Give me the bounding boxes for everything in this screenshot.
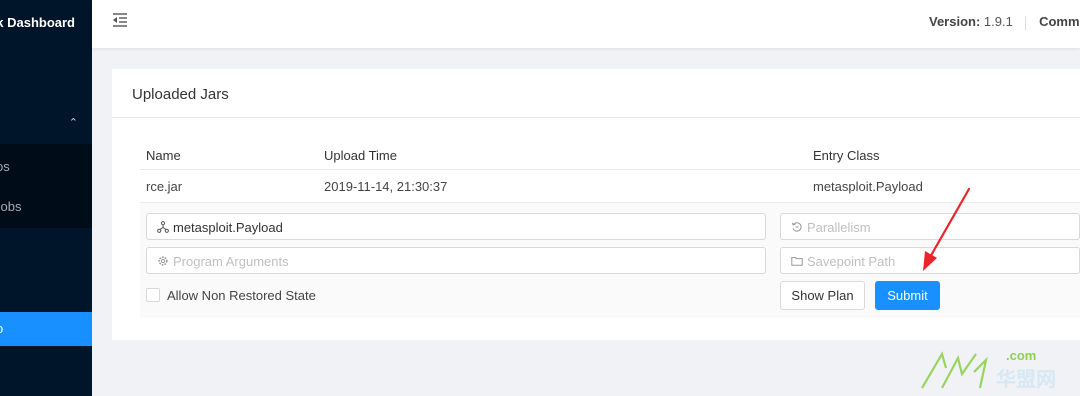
column-header-name: Name (146, 148, 181, 163)
checkbox-box[interactable] (146, 288, 160, 302)
entry-class-value: metasploit.Payload (173, 220, 283, 235)
watermark-brand-text: 华盟网 (996, 367, 1056, 391)
entry-class-input[interactable]: metasploit.Payload (146, 213, 766, 240)
settings-icon (158, 256, 168, 266)
sidebar-item-label: os (0, 159, 10, 174)
version-label: Version: (929, 14, 981, 29)
commit-label: Commit: (1039, 14, 1080, 29)
header-separator (1025, 15, 1027, 30)
header-bar: Version: 1.9.1 Commit: 4 (92, 0, 1080, 48)
reload-icon (791, 222, 802, 232)
version-value: 1.9.1 (983, 14, 1013, 29)
app-logo[interactable]: k Dashboard (0, 14, 92, 34)
folder-icon (791, 257, 803, 266)
sidebar: k Dashboard ⌃ os Jobs o (0, 0, 92, 396)
submit-button[interactable]: Submit (875, 281, 940, 310)
checkbox-label: Allow Non Restored State (167, 288, 316, 303)
program-arguments-input[interactable]: Program Arguments (146, 247, 766, 274)
chevron-up-icon: ⌃ (68, 117, 78, 129)
sidebar-item-label: Jobs (0, 199, 22, 214)
parallelism-placeholder: Parallelism (807, 220, 871, 235)
sidebar-item-submit-new-job[interactable]: o (0, 312, 92, 346)
cluster-icon (157, 221, 169, 233)
app-logo-text: k Dashboard (0, 15, 75, 30)
card-divider (112, 117, 1080, 118)
savepoint-path-placeholder: Savepoint Path (807, 254, 896, 269)
cell-upload-time: 2019-11-14, 21:30:37 (324, 179, 448, 194)
column-header-upload-time: Upload Time (324, 148, 397, 163)
sidebar-submenu-list: os Jobs (0, 144, 92, 228)
watermark-domain: .com (1006, 348, 1036, 363)
cell-name: rce.jar (146, 179, 183, 194)
program-arguments-placeholder: Program Arguments (173, 254, 289, 269)
card-title: Uploaded Jars (132, 86, 229, 103)
annotation-arrow-icon (923, 187, 971, 271)
sidebar-item-completed-jobs[interactable]: Jobs (0, 186, 92, 226)
column-header-entry-class: Entry Class (813, 148, 880, 163)
menu-fold-icon[interactable] (112, 12, 128, 28)
sidebar-submenu-jobs[interactable]: ⌃ (0, 104, 92, 144)
show-plan-button[interactable]: Show Plan (780, 281, 865, 310)
header-meta: Version: 1.9.1 Commit: 4 (929, 14, 1080, 30)
cell-entry-class: metasploit.Payload (813, 179, 923, 194)
watermark-logo-icon: .com 华盟网 (921, 348, 1056, 391)
sidebar-item-running-jobs[interactable]: os (0, 146, 92, 186)
sidebar-item-label: o (0, 321, 3, 336)
